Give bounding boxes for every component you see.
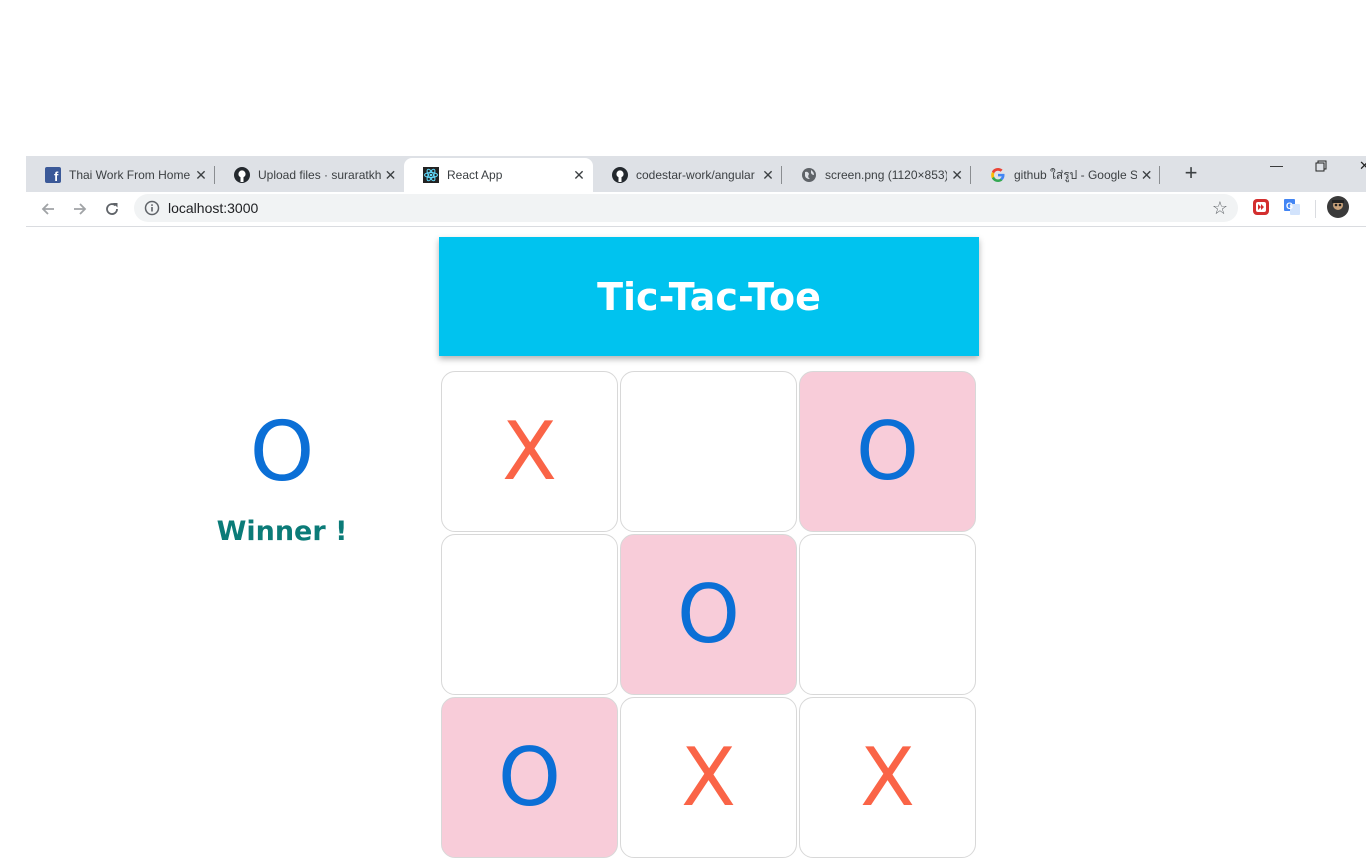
cell-mark: X — [502, 404, 557, 498]
board-cell[interactable] — [799, 534, 976, 695]
board-cell[interactable] — [620, 371, 797, 532]
restore-icon[interactable] — [1315, 160, 1327, 175]
svg-text:f: f — [54, 169, 59, 183]
back-icon[interactable] — [38, 199, 58, 219]
toolbar-divider — [1315, 200, 1316, 218]
tab-separator — [1159, 166, 1160, 184]
profile-avatar[interactable] — [1327, 196, 1349, 218]
react-icon — [423, 167, 439, 183]
tab-react-app[interactable]: React App ✕ — [404, 158, 593, 192]
tab-title: github ใส่รูป - Google Se — [1014, 167, 1138, 182]
cell-mark: O — [498, 730, 561, 824]
board-cell[interactable]: O — [799, 371, 976, 532]
cell-mark: O — [856, 404, 919, 498]
close-tab-icon[interactable]: ✕ — [758, 167, 778, 184]
github-icon — [234, 167, 250, 183]
globe-icon — [801, 167, 817, 183]
google-translate-icon[interactable]: G — [1283, 198, 1301, 216]
browser-chrome: f Thai Work From Home ✕ Upload files · s… — [26, 156, 1366, 227]
url-text: localhost:3000 — [168, 200, 259, 216]
tab-upload-files[interactable]: Upload files · suraratkha ✕ — [215, 158, 404, 192]
close-tab-icon[interactable]: ✕ — [191, 167, 211, 184]
board-cell[interactable]: X — [799, 697, 976, 858]
google-icon — [990, 167, 1006, 183]
forward-icon[interactable] — [70, 199, 90, 219]
tab-title: codestar-work/angular — [636, 168, 755, 182]
facebook-icon: f — [45, 167, 61, 183]
cell-mark: X — [860, 730, 915, 824]
tab-strip: f Thai Work From Home ✕ Upload files · s… — [26, 156, 1366, 192]
tab-title: Thai Work From Home — [69, 168, 191, 182]
bookmark-star-icon[interactable]: ☆ — [1212, 198, 1228, 219]
tab-title: React App — [447, 168, 503, 182]
game-header: Tic-Tac-Toe — [439, 237, 979, 356]
close-tab-icon[interactable]: ✕ — [381, 167, 400, 184]
tab-title: screen.png (1120×853) — [825, 168, 948, 182]
board-cell[interactable]: O — [620, 534, 797, 695]
tab-title: Upload files · suraratkha — [258, 168, 382, 182]
github-icon — [612, 167, 628, 183]
board-cell[interactable] — [441, 534, 618, 695]
tab-google-search[interactable]: github ใส่รูป - Google Se ✕ — [971, 158, 1160, 192]
close-window-icon[interactable]: ✕ — [1359, 158, 1366, 174]
reload-icon[interactable] — [102, 199, 122, 219]
board-cell[interactable]: X — [441, 371, 618, 532]
extension-red-icon[interactable] — [1252, 198, 1270, 216]
cell-mark: O — [677, 567, 740, 661]
game-board: X O O O X X — [441, 371, 978, 858]
tab-screen-png[interactable]: screen.png (1120×853) ✕ — [782, 158, 971, 192]
svg-text:G: G — [1286, 201, 1293, 211]
close-tab-icon[interactable]: ✕ — [569, 167, 589, 184]
browser-toolbar: localhost:3000 ☆ G — [26, 192, 1366, 227]
board-cell[interactable]: X — [620, 697, 797, 858]
winner-label: Winner ! — [216, 516, 348, 547]
close-tab-icon[interactable]: ✕ — [947, 167, 967, 184]
address-bar[interactable]: localhost:3000 ☆ — [134, 194, 1238, 222]
new-tab-button[interactable]: + — [1181, 161, 1201, 185]
cell-mark: X — [681, 730, 736, 824]
close-tab-icon[interactable]: ✕ — [1137, 167, 1156, 184]
tab-thai-work-from-home[interactable]: f Thai Work From Home ✕ — [26, 158, 215, 192]
minimize-icon[interactable]: — — [1270, 158, 1283, 173]
board-cell[interactable]: O — [441, 697, 618, 858]
game-title: Tic-Tac-Toe — [597, 274, 821, 319]
winner-symbol: O — [249, 405, 315, 500]
tab-codestar-work[interactable]: codestar-work/angular ✕ — [593, 158, 782, 192]
info-icon[interactable] — [144, 200, 160, 221]
